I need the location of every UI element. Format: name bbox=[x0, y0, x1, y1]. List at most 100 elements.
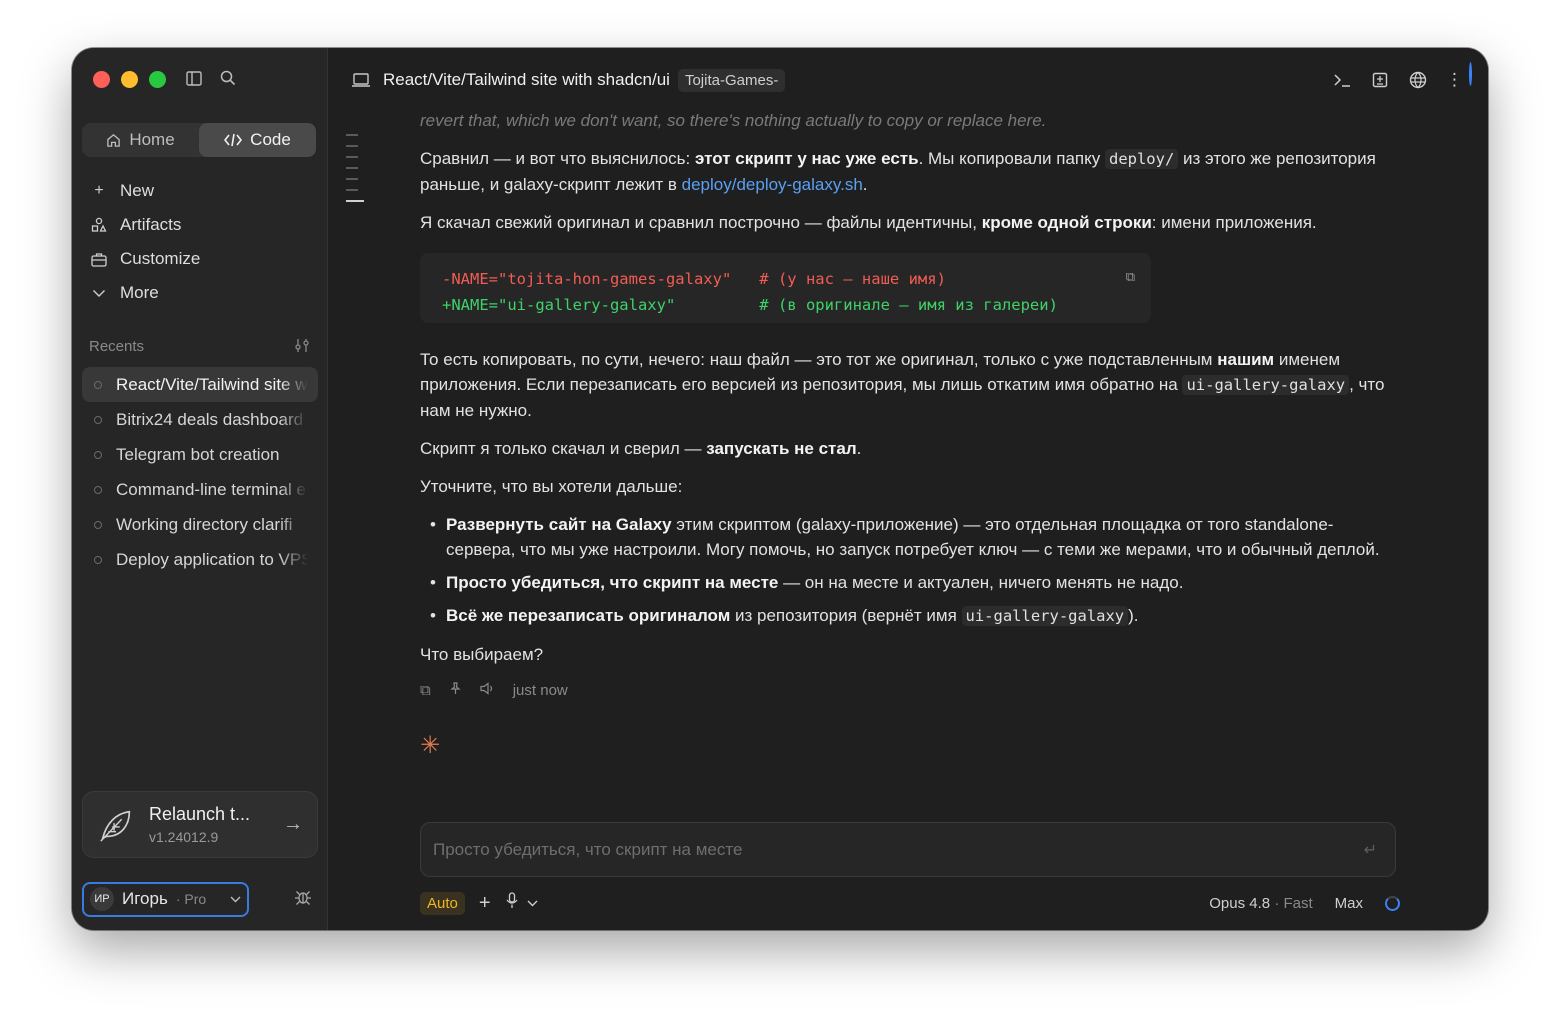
add-attachment-icon[interactable]: + bbox=[479, 892, 491, 915]
more-options-icon[interactable]: ⋮ bbox=[1446, 62, 1472, 92]
model-selector[interactable]: Opus 4.8 · Fast bbox=[1209, 895, 1312, 912]
recent-item[interactable]: Working directory clarifi bbox=[82, 507, 318, 542]
recent-label: Bitrix24 deals dashboard bbox=[116, 409, 304, 429]
composer-toolbar: Auto + Opus 4.8 · Fast Max bbox=[420, 889, 1400, 917]
recent-item[interactable]: Bitrix24 deals dashboard bbox=[82, 402, 318, 437]
mode-badge[interactable]: Auto bbox=[420, 891, 465, 915]
recent-item[interactable]: Telegram bot creation bbox=[82, 437, 318, 472]
effort-selector[interactable]: Max bbox=[1335, 895, 1363, 912]
account-menu-button[interactable]: ИР Игорь · Pro bbox=[82, 881, 249, 917]
recent-label: Working directory clarifi bbox=[116, 514, 293, 534]
chat-title[interactable]: React/Vite/Tailwind site with shadcn/ui bbox=[383, 70, 670, 90]
claude-spark-icon: ✳ bbox=[420, 732, 441, 759]
send-icon[interactable]: ↵ bbox=[1364, 840, 1377, 860]
recent-dot-icon bbox=[94, 555, 102, 564]
filter-icon[interactable] bbox=[294, 338, 311, 357]
loading-spinner-icon bbox=[1385, 895, 1400, 911]
search-icon[interactable] bbox=[218, 68, 238, 88]
model-speed: · Fast bbox=[1274, 894, 1313, 912]
pin-icon[interactable] bbox=[449, 678, 462, 703]
recent-dot-icon bbox=[94, 520, 102, 529]
diff-line-removed: -NAME="tojita-hon-games-galaxy" # (у нас… bbox=[442, 270, 946, 288]
chat-header: React/Vite/Tailwind site with shadcn/ui … bbox=[329, 48, 1488, 112]
recents-header: Recents bbox=[89, 338, 311, 357]
bug-icon[interactable] bbox=[294, 888, 312, 911]
maximize-window-button[interactable] bbox=[149, 71, 166, 88]
inline-code: ui-gallery-galaxy bbox=[1182, 375, 1350, 395]
recent-item[interactable]: Deploy application to VPS bbox=[82, 542, 318, 577]
code-tab[interactable]: Code bbox=[199, 123, 316, 157]
recent-item[interactable]: Command-line terminal e bbox=[82, 472, 318, 507]
recent-label: Deploy application to VPS bbox=[116, 549, 308, 569]
home-tab[interactable]: Home bbox=[82, 123, 199, 157]
copy-icon[interactable]: ⧉ bbox=[420, 678, 431, 703]
list-item: Просто убедиться, что скрипт на месте — … bbox=[420, 570, 1400, 595]
assistant-message: revert that, which we don't want, so the… bbox=[420, 108, 1400, 758]
paragraph: Уточните, что вы хотели дальше: bbox=[420, 477, 683, 496]
message-minimap[interactable] bbox=[346, 134, 366, 211]
home-tab-label: Home bbox=[129, 130, 175, 149]
globe-icon[interactable] bbox=[1408, 68, 1428, 92]
copy-code-icon[interactable]: ⧉ bbox=[1126, 265, 1135, 291]
microphone-icon[interactable] bbox=[505, 891, 519, 915]
recent-dot-icon bbox=[94, 485, 102, 494]
nav-item-new[interactable]: + New bbox=[90, 174, 200, 208]
laptop-icon bbox=[351, 72, 371, 88]
chevron-down-icon bbox=[90, 289, 108, 298]
message-input[interactable] bbox=[421, 823, 1395, 876]
repo-tag[interactable]: Tojita-Games- bbox=[677, 68, 786, 92]
message-actions: ⧉ just now bbox=[420, 678, 1400, 703]
mode-switcher: Home Code bbox=[82, 123, 316, 157]
minimize-window-button[interactable] bbox=[121, 71, 138, 88]
code-tab-label: Code bbox=[250, 130, 291, 149]
user-row: ИР Игорь · Pro bbox=[82, 881, 318, 917]
recent-dot-icon bbox=[94, 380, 102, 389]
nav-label: Customize bbox=[120, 249, 201, 268]
recents-title: Recents bbox=[89, 338, 145, 355]
briefcase-icon bbox=[90, 252, 108, 267]
recent-label: React/Vite/Tailwind site with shadcn/ui bbox=[116, 374, 308, 394]
recent-dot-icon bbox=[94, 450, 102, 459]
sidebar-nav: + New Artifacts Customize More bbox=[90, 174, 200, 310]
sidebar-toggle-icon[interactable] bbox=[184, 68, 204, 88]
home-icon bbox=[107, 133, 121, 147]
nav-label: More bbox=[120, 283, 159, 302]
recent-label: Telegram bot creation bbox=[116, 444, 280, 464]
message-composer: ↵ bbox=[420, 822, 1396, 877]
close-window-button[interactable] bbox=[93, 71, 110, 88]
nav-item-customize[interactable]: Customize bbox=[90, 242, 200, 276]
chevron-down-icon[interactable] bbox=[527, 896, 538, 910]
code-block: -NAME="tojita-hon-games-galaxy" # (у нас… bbox=[420, 253, 1151, 323]
nav-label: New bbox=[120, 181, 155, 200]
window-controls bbox=[93, 71, 166, 88]
model-name: Opus 4.8 bbox=[1209, 894, 1271, 912]
inline-code: deploy/ bbox=[1104, 149, 1179, 169]
update-version: v1.24012.9 bbox=[149, 829, 219, 845]
notification-dot bbox=[1469, 62, 1472, 86]
artifacts-icon bbox=[90, 217, 108, 233]
list-item: Всё же перезаписать оригиналом из репози… bbox=[420, 603, 1400, 629]
nav-item-artifacts[interactable]: Artifacts bbox=[90, 208, 200, 242]
terminal-icon[interactable] bbox=[1332, 68, 1352, 92]
faded-thinking-text: revert that, which we don't want, so the… bbox=[420, 111, 1047, 130]
plus-icon: + bbox=[94, 182, 104, 199]
file-link[interactable]: deploy/deploy-galaxy.sh bbox=[682, 175, 863, 194]
recent-dot-icon bbox=[94, 415, 102, 424]
paragraph: Я скачал свежий оригинал и сравнил постр… bbox=[420, 213, 1317, 232]
diff-icon[interactable] bbox=[1370, 68, 1390, 92]
speaker-icon[interactable] bbox=[480, 678, 495, 703]
paragraph: Сравнил — и вот что выяснилось: этот скр… bbox=[420, 149, 1376, 194]
app-window: Home Code + New Artifacts Customize More… bbox=[72, 48, 1488, 930]
inline-code: ui-gallery-galaxy bbox=[961, 606, 1129, 626]
paragraph: То есть копировать, по сути, нечего: наш… bbox=[420, 350, 1385, 420]
nav-item-more[interactable]: More bbox=[90, 276, 200, 310]
user-plan: · Pro bbox=[175, 891, 207, 907]
paragraph: Что выбираем? bbox=[420, 645, 544, 664]
code-icon bbox=[224, 133, 243, 147]
main-panel: React/Vite/Tailwind site with shadcn/ui … bbox=[329, 48, 1488, 930]
recent-item[interactable]: React/Vite/Tailwind site with shadcn/ui bbox=[82, 367, 318, 402]
paragraph: Скрипт я только скачал и сверил — запуск… bbox=[420, 439, 862, 458]
update-card[interactable]: Relaunch t... v1.24012.9 → bbox=[82, 791, 318, 858]
user-name: Игорь bbox=[122, 889, 168, 908]
update-title: Relaunch t... bbox=[149, 804, 251, 824]
